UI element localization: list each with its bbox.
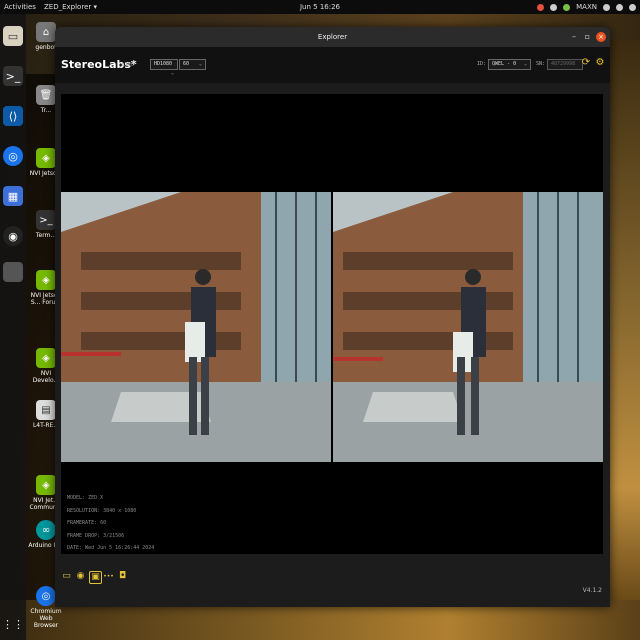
meta-date: DATE: Wed Jun 5 16:26:44 2024 (67, 545, 155, 551)
chevron-down-icon: ⌄ (198, 61, 202, 67)
chromium-icon[interactable]: ◎ (3, 146, 23, 166)
document-icon: ▤ (36, 400, 56, 420)
right-feed-image (333, 192, 603, 462)
meta-model: MODEL: ZED X (67, 495, 104, 501)
serial-value: 48729998 (551, 61, 576, 67)
volume-icon[interactable] (616, 3, 623, 11)
home-folder-icon: ⌂ (36, 22, 56, 42)
text-editor-icon[interactable]: ▦ (3, 186, 23, 206)
right-camera-feed (333, 192, 603, 462)
dock: ▭ >_ ⟨⟩ ◎ ▦ ◉ ⋮⋮ (0, 14, 26, 640)
desktop-icon-label: genbot (35, 44, 57, 51)
obs-icon[interactable]: ◉ (3, 226, 23, 246)
resolution-select[interactable]: HD1080 ⌄ (150, 59, 178, 76)
nvidia-icon: ◈ (36, 270, 56, 290)
version-label: V4.1.2 (582, 587, 602, 594)
camera-record-icon[interactable]: ▣ (89, 571, 102, 584)
notification-icon[interactable] (550, 3, 558, 11)
desktop-icon-label: Tr... (40, 107, 52, 114)
minimize-icon[interactable]: – (572, 27, 576, 47)
settings-icon[interactable]: ••• (103, 571, 114, 582)
system-topbar: Activities ZED_Explorer ▾ Jun 5 16:26 MA… (0, 0, 640, 14)
power-mode-label[interactable]: MAXN (576, 0, 597, 14)
power-icon[interactable] (629, 3, 636, 11)
arduino-icon: ∞ (36, 520, 56, 540)
network-icon[interactable] (603, 3, 610, 11)
video-viewport[interactable]: MODEL: ZED X RESOLUTION: 3840 x 1080 FRA… (61, 94, 603, 554)
window-title: Explorer (317, 33, 348, 41)
nvidia-icon: ◈ (36, 475, 56, 495)
meta-frame-drop: FRAME DROP: 3/21506 (67, 532, 125, 539)
terminal-icon: >_ (36, 210, 56, 230)
meta-resolution: RESOLUTION: 3840 x 1080 (67, 507, 137, 514)
snapshot-icon[interactable]: ◘ (117, 571, 128, 582)
fps-select[interactable]: 60 ⌄ (179, 59, 206, 70)
chevron-down-icon: ⌄ (523, 61, 527, 67)
system-tray[interactable]: MAXN (537, 0, 636, 14)
folder-icon[interactable]: ▭ (61, 571, 72, 582)
camera-metadata: MODEL: ZED X RESOLUTION: 3840 x 1080 FRA… (67, 492, 154, 555)
camera-id-select[interactable]: QWEL - 0 ⌄ (488, 59, 531, 70)
nvidia-icon[interactable] (563, 3, 571, 11)
record-indicator-icon[interactable] (537, 3, 545, 11)
serial-field[interactable]: 48729998 (547, 59, 583, 70)
resolution-select-value: HD1080 (154, 61, 173, 67)
live-indicator: LIVE (122, 62, 135, 68)
app-menu[interactable]: ZED_Explorer ▾ (44, 0, 97, 14)
left-camera-feed (61, 192, 331, 462)
app-grid-icon[interactable]: ⋮⋮ (2, 614, 24, 634)
terminal-icon[interactable]: >_ (3, 66, 23, 86)
serial-label: SN: (536, 61, 546, 67)
clock[interactable]: Jun 5 16:26 (300, 0, 340, 14)
desktop-icon-label: Chromium Web Browser (30, 608, 62, 629)
maximize-icon[interactable]: ▫ (585, 27, 590, 47)
refresh-icon[interactable]: ⟳ (580, 57, 592, 69)
desktop-icon-label: Term... (35, 232, 57, 239)
vscode-icon[interactable]: ⟨⟩ (3, 106, 23, 126)
gear-icon[interactable]: ⚙ (594, 57, 606, 69)
camera-id-value: QWEL - 0 (492, 61, 517, 67)
wallpaper-right (610, 40, 640, 600)
files-icon[interactable]: ▭ (3, 26, 23, 46)
nvidia-icon: ◈ (36, 348, 56, 368)
fps-select-value: 60 (183, 61, 190, 67)
chevron-down-icon: ⌄ (170, 70, 174, 76)
bottom-toolbar: ▭ ◉ ▣ ••• ◘ V4.1.2 (55, 559, 610, 607)
chromium-icon: ◎ (36, 586, 56, 606)
explorer-window: Explorer – ▫ × StereoLabs* LIVE HD1080 ⌄… (55, 27, 610, 607)
nvidia-icon: ◈ (36, 148, 56, 168)
activities-button[interactable]: Activities (4, 0, 36, 14)
app-header: StereoLabs* LIVE HD1080 ⌄ 60 ⌄ ID: QWEL … (55, 47, 610, 83)
broadcast-icon[interactable]: ◉ (75, 571, 86, 582)
left-feed-image (61, 192, 331, 462)
active-app-icon[interactable] (3, 262, 23, 282)
camera-id-label: ID: (477, 61, 487, 67)
window-titlebar[interactable]: Explorer – ▫ × (55, 27, 610, 47)
close-icon[interactable]: × (596, 32, 606, 42)
meta-framerate: FRAMERATE: 60 (67, 520, 107, 526)
trash-icon: 🗑 (36, 85, 56, 105)
